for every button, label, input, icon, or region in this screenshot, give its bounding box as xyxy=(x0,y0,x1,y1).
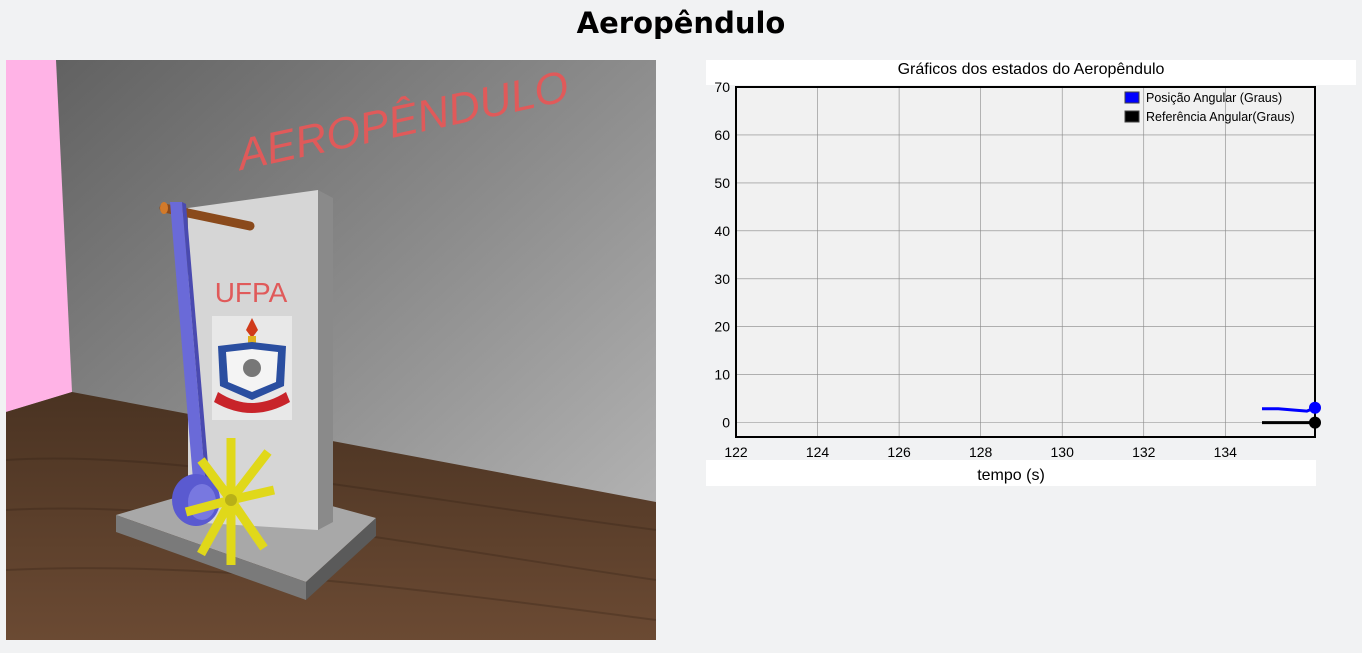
x-tick-label: 126 xyxy=(887,444,911,460)
x-tick-label: 134 xyxy=(1214,444,1238,460)
y-tick-label: 10 xyxy=(714,367,730,383)
y-tick-label: 60 xyxy=(714,127,730,143)
y-tick-label: 20 xyxy=(714,319,730,335)
chart-svg[interactable]: 122 124 126 128 130 132 134 0 10 20 30 40 50 60 70 Pos… xyxy=(700,80,1330,465)
legend-label-0: Posição Angular (Graus) xyxy=(1146,91,1282,105)
y-tick-label: 50 xyxy=(714,175,730,191)
x-tick-label: 128 xyxy=(969,444,993,460)
y-tick-label: 70 xyxy=(714,80,730,95)
legend-swatch-0 xyxy=(1124,91,1140,104)
x-tick-label: 130 xyxy=(1051,444,1075,460)
y-tick-label: 30 xyxy=(714,271,730,287)
3d-scene: AEROPÊNDULO UFPA xyxy=(6,60,656,640)
legend-swatch-1 xyxy=(1124,110,1140,123)
x-tick-label: 124 xyxy=(806,444,830,460)
series-endpoint-1 xyxy=(1309,416,1321,429)
legend-label-1: Referência Angular(Graus) xyxy=(1146,110,1295,124)
y-tick-label: 40 xyxy=(714,223,730,239)
y-tick-label: 0 xyxy=(722,415,730,431)
page-title: Aeropêndulo xyxy=(576,6,786,40)
x-axis-label: tempo (s) xyxy=(706,460,1316,486)
x-tick-label: 122 xyxy=(724,444,748,460)
board-label: UFPA xyxy=(215,277,288,308)
3d-scene-canvas[interactable]: AEROPÊNDULO UFPA xyxy=(6,60,656,640)
plot-background xyxy=(736,87,1315,437)
series-endpoint-0 xyxy=(1309,401,1321,414)
x-tick-label: 132 xyxy=(1132,444,1156,460)
ufpa-logo xyxy=(212,316,292,420)
chart-grid xyxy=(735,86,1315,437)
